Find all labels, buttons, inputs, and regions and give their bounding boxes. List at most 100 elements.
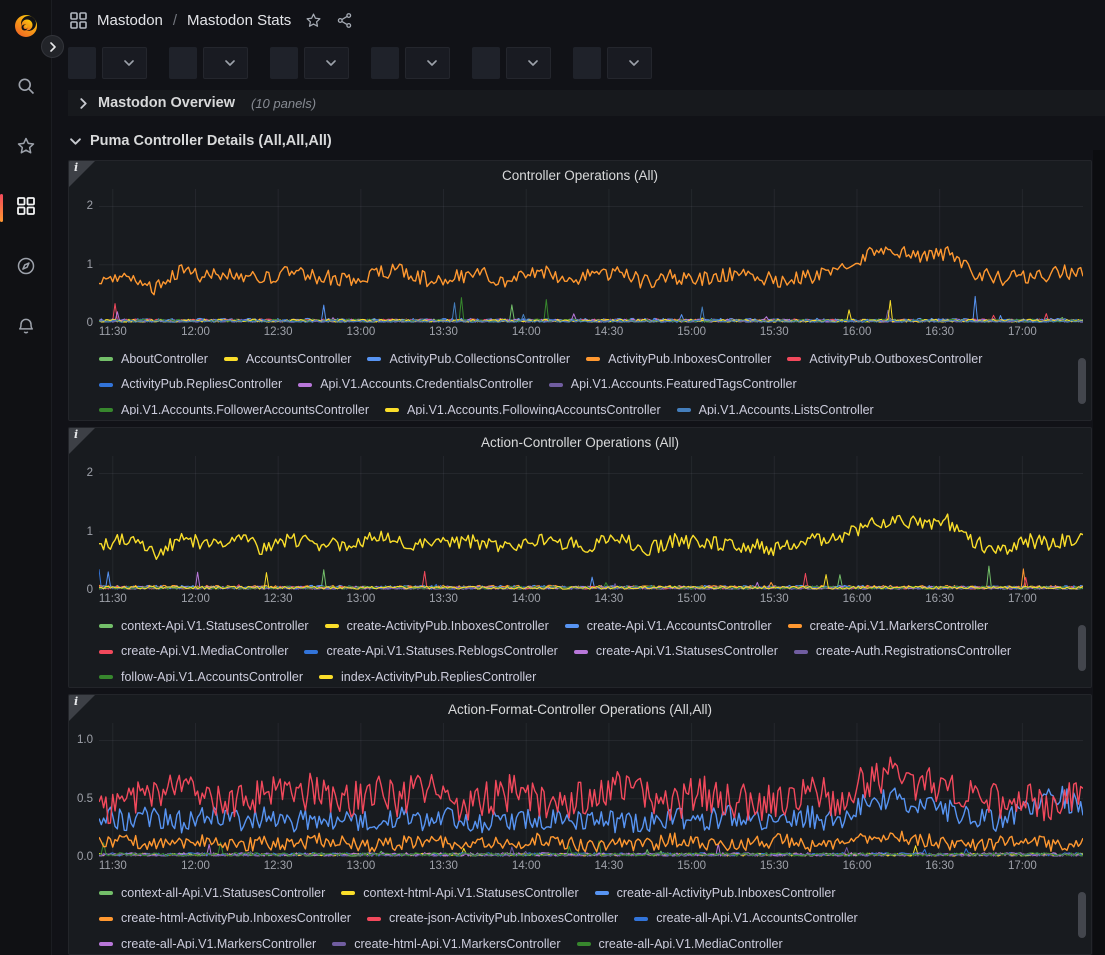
legend-item[interactable]: ActivityPub.OutboxesController — [787, 348, 982, 371]
variable-value-dropdown[interactable] — [304, 47, 349, 79]
legend-item[interactable]: index-ActivityPub.RepliesController — [319, 666, 536, 683]
legend-swatch — [595, 891, 609, 895]
sidebar-item-star[interactable] — [8, 130, 44, 166]
row-title: Mastodon Overview — [98, 95, 235, 111]
sidebar-item-dashboards[interactable] — [8, 190, 44, 226]
legend-label: context-Api.V1.StatusesController — [121, 615, 309, 638]
favorite-star-icon[interactable] — [305, 12, 322, 29]
legend-item[interactable]: create-Api.V1.MediaController — [99, 640, 288, 663]
x-tick-label: 13:00 — [346, 326, 375, 338]
legend-item[interactable]: context-all-Api.V1.StatusesController — [99, 882, 325, 905]
legend-swatch — [565, 624, 579, 628]
legend-scrollbar[interactable] — [1078, 625, 1086, 671]
legend-item[interactable]: create-Api.V1.Statuses.ReblogsController — [304, 640, 557, 663]
grafana-logo[interactable] — [6, 6, 46, 46]
legend-item[interactable]: follow-Api.V1.AccountsController — [99, 666, 303, 683]
x-axis: 11:3012:0012:3013:0013:3014:0014:3015:00… — [99, 857, 1083, 875]
legend-item[interactable]: create-html-ActivityPub.InboxesControlle… — [99, 907, 351, 930]
panel-title[interactable]: Action-Format-Controller Operations (All… — [69, 699, 1091, 723]
legend-item[interactable]: AboutController — [99, 348, 208, 371]
y-tick-label: 0 — [87, 317, 93, 329]
legend-item[interactable]: Api.V1.Accounts.CredentialsController — [298, 373, 533, 396]
legend-item[interactable]: ActivityPub.InboxesController — [586, 348, 771, 371]
panel-title[interactable]: Action-Controller Operations (All) — [69, 432, 1091, 456]
legend-item[interactable]: create-Api.V1.StatusesController — [574, 640, 778, 663]
legend-swatch — [549, 383, 563, 387]
variable-label[interactable] — [472, 47, 500, 79]
y-axis: 012 — [69, 456, 99, 590]
legend-scrollbar[interactable] — [1078, 358, 1086, 404]
legend-swatch — [677, 408, 691, 412]
breadcrumb-separator: / — [173, 12, 177, 29]
variable-label[interactable] — [371, 47, 399, 79]
legend-label: create-all-Api.V1.MarkersController — [121, 933, 316, 950]
legend-label: create-all-ActivityPub.InboxesController — [617, 882, 836, 905]
timeseries-panel: i Controller Operations (All) 012 11:301… — [68, 160, 1092, 421]
variable-puma-action — [169, 47, 248, 81]
share-icon[interactable] — [336, 12, 353, 29]
variable-value-dropdown[interactable] — [506, 47, 551, 79]
legend-scrollbar[interactable] — [1078, 892, 1086, 938]
series-line — [99, 247, 1083, 295]
legend-item[interactable]: create-all-Api.V1.MediaController — [577, 933, 783, 950]
legend-item[interactable]: Api.V1.Accounts.FollowingAccountsControl… — [385, 399, 661, 416]
legend-item[interactable]: Api.V1.Accounts.FeaturedTagsController — [549, 373, 797, 396]
plot-row: 012 — [69, 456, 1091, 590]
legend-item[interactable]: Api.V1.Accounts.ListsController — [677, 399, 874, 416]
variable-value-dropdown[interactable] — [102, 47, 147, 79]
sidebar-item-alerting[interactable] — [8, 310, 44, 346]
chart-plot-area[interactable] — [99, 723, 1083, 857]
legend-item[interactable]: ActivityPub.CollectionsController — [367, 348, 570, 371]
variable-value-dropdown[interactable] — [405, 47, 450, 79]
legend-label: create-all-Api.V1.MediaController — [599, 933, 783, 950]
legend-item[interactable]: Api.V1.Accounts.FollowerAccountsControll… — [99, 399, 369, 416]
variable-value-dropdown[interactable] — [607, 47, 652, 79]
chart-plot-area[interactable] — [99, 189, 1083, 323]
legend-item[interactable]: context-html-Api.V1.StatusesController — [341, 882, 578, 905]
sidebar-item-search[interactable] — [8, 70, 44, 106]
x-axis: 11:3012:0012:3013:0013:3014:0014:3015:00… — [99, 323, 1083, 341]
legend-item[interactable]: create-all-Api.V1.MarkersController — [99, 933, 316, 950]
legend-item[interactable]: create-all-Api.V1.AccountsController — [634, 907, 857, 930]
legend-item[interactable]: create-Auth.RegistrationsController — [794, 640, 1011, 663]
variable-label[interactable] — [169, 47, 197, 79]
legend-item[interactable]: create-Api.V1.AccountsController — [565, 615, 772, 638]
legend-item[interactable]: AccountsController — [224, 348, 352, 371]
variable-value-dropdown[interactable] — [203, 47, 248, 79]
panel-title[interactable]: Controller Operations (All) — [69, 165, 1091, 189]
chevron-down-icon — [326, 58, 336, 68]
chevron-down-icon — [629, 58, 639, 68]
row-mastodon-overview[interactable]: Mastodon Overview (10 panels) — [68, 90, 1105, 116]
row-puma-controller-details[interactable]: Puma Controller Details (All,All,All) — [68, 128, 1105, 154]
legend-item[interactable]: create-ActivityPub.InboxesController — [325, 615, 549, 638]
legend-item[interactable]: context-Api.V1.StatusesController — [99, 615, 309, 638]
x-tick-label: 12:00 — [181, 593, 210, 605]
variable-label[interactable] — [68, 47, 96, 79]
chevron-right-icon — [76, 98, 90, 109]
x-tick-label: 12:00 — [181, 860, 210, 872]
breadcrumb-page[interactable]: Mastodon Stats — [187, 12, 291, 29]
sidebar-items — [8, 46, 44, 346]
legend-item[interactable]: create-html-Api.V1.MarkersController — [332, 933, 560, 950]
breadcrumb-section[interactable]: Mastodon — [97, 12, 163, 29]
chart-plot-area[interactable] — [99, 456, 1083, 590]
legend-item[interactable]: create-json-ActivityPub.InboxesControlle… — [367, 907, 618, 930]
legend-label: create-Auth.RegistrationsController — [816, 640, 1011, 663]
legend-label: create-Api.V1.StatusesController — [596, 640, 778, 663]
variable-label[interactable] — [270, 47, 298, 79]
legend-item[interactable]: ActivityPub.RepliesController — [99, 373, 282, 396]
x-tick-label: 12:00 — [181, 326, 210, 338]
plot-row: 012 — [69, 189, 1091, 323]
legend-item[interactable]: create-Api.V1.MarkersController — [788, 615, 989, 638]
x-tick-label: 14:00 — [512, 326, 541, 338]
legend-item[interactable]: create-all-ActivityPub.InboxesController — [595, 882, 836, 905]
y-tick-label: 0 — [87, 584, 93, 596]
legend-swatch — [99, 675, 113, 679]
x-tick-label: 15:00 — [677, 326, 706, 338]
legend-swatch — [367, 917, 381, 921]
sidebar-item-explore[interactable] — [8, 250, 44, 286]
scroll-gutter[interactable] — [1093, 150, 1105, 955]
dashboards-grid-icon[interactable] — [70, 12, 87, 29]
sidebar-expand-button[interactable] — [41, 35, 64, 58]
variable-label[interactable] — [573, 47, 601, 79]
